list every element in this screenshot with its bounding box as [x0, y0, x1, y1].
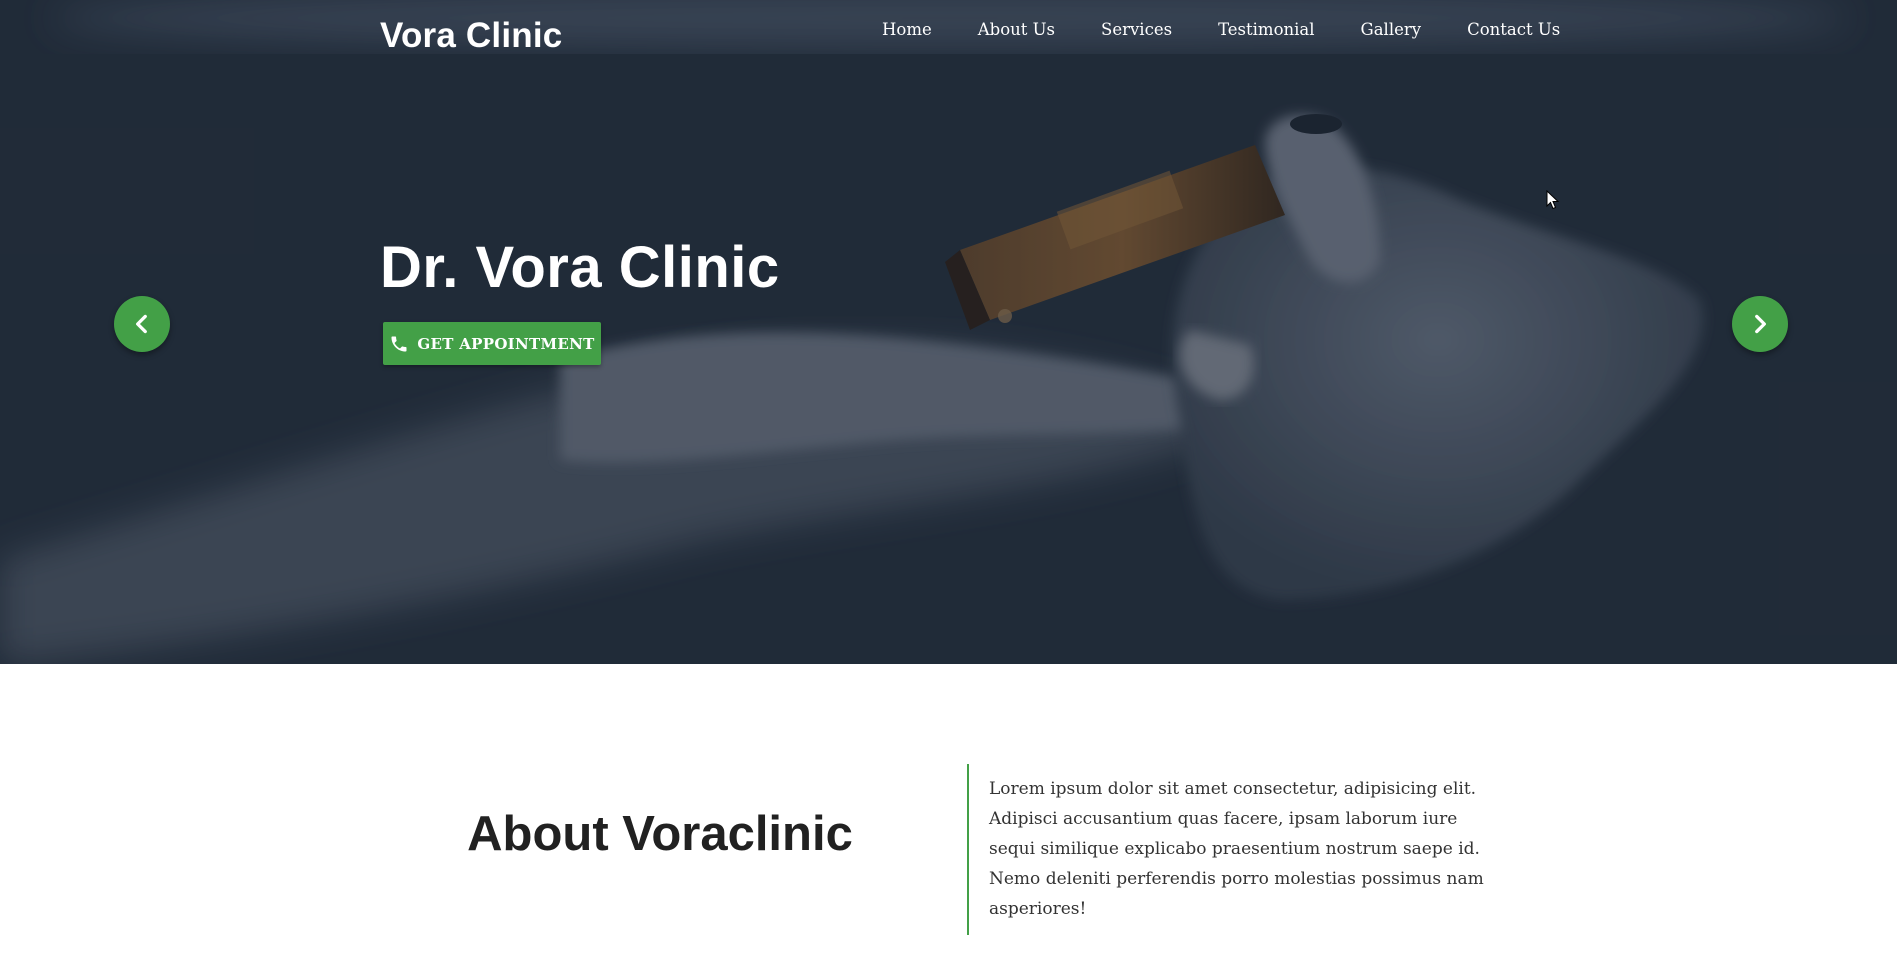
nav-link-home[interactable]: Home	[882, 20, 932, 39]
hero-dark-overlay	[0, 0, 1897, 664]
brand-logo-text[interactable]: Vora Clinic	[380, 16, 562, 56]
nav-link-contact-us[interactable]: Contact Us	[1467, 20, 1560, 39]
top-navbar: Vora Clinic Home About Us Services Testi…	[0, 0, 1897, 80]
phone-icon	[391, 336, 407, 351]
carousel-next-button[interactable]	[1732, 296, 1788, 352]
chevron-left-icon	[136, 314, 147, 334]
mouse-cursor-icon	[1546, 190, 1560, 210]
about-description-text: Lorem ipsum dolor sit amet consectetur, …	[989, 779, 1484, 919]
nav-links: Home About Us Services Testimonial Galle…	[882, 20, 1560, 39]
carousel-prev-button[interactable]	[114, 296, 170, 352]
about-description: Lorem ipsum dolor sit amet consectetur, …	[967, 764, 1497, 935]
about-title: About Voraclinic	[467, 807, 853, 861]
get-appointment-button[interactable]: GET APPOINTMENT	[383, 322, 601, 365]
nav-link-testimonial[interactable]: Testimonial	[1218, 20, 1314, 39]
get-appointment-label: GET APPOINTMENT	[417, 334, 595, 353]
chevron-right-icon	[1755, 314, 1766, 334]
nav-link-services[interactable]: Services	[1101, 20, 1172, 39]
hero-section: Vora Clinic Home About Us Services Testi…	[0, 0, 1897, 664]
nav-link-gallery[interactable]: Gallery	[1361, 20, 1422, 39]
nav-link-about-us[interactable]: About Us	[978, 20, 1055, 39]
hero-title: Dr. Vora Clinic	[380, 235, 780, 300]
about-section: About Voraclinic Lorem ipsum dolor sit a…	[0, 664, 1897, 959]
